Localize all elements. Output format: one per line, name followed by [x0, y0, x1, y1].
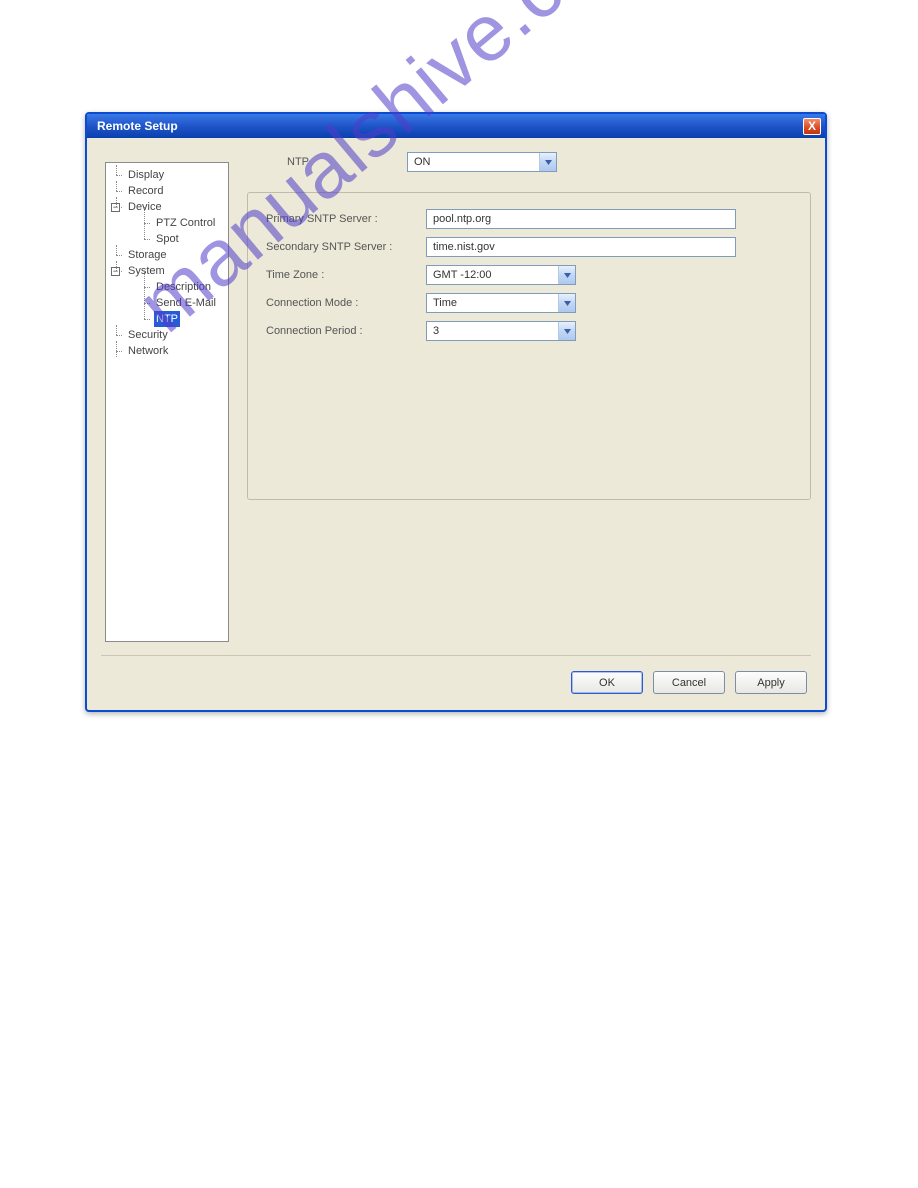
ntp-select[interactable]: ON	[407, 152, 557, 172]
connection-period-value: 3	[433, 325, 558, 337]
tree-item-ptz-control[interactable]: PTZ Control	[154, 215, 217, 231]
tree-item-security[interactable]: Security	[126, 327, 170, 343]
apply-button[interactable]: Apply	[735, 671, 807, 694]
tree-item-record[interactable]: Record	[126, 183, 165, 199]
primary-sntp-input[interactable]	[426, 209, 736, 229]
connection-period-select[interactable]: 3	[426, 321, 576, 341]
tree-item-description[interactable]: Description	[154, 279, 213, 295]
navigation-tree: Display Record − Device PTZ Control Spot…	[105, 162, 229, 642]
timezone-label: Time Zone :	[266, 269, 426, 281]
chevron-down-icon	[558, 322, 575, 340]
ntp-select-value: ON	[414, 156, 539, 168]
tree-item-ntp[interactable]: NTP	[154, 311, 180, 327]
connection-mode-label: Connection Mode :	[266, 297, 426, 309]
secondary-sntp-label: Secondary SNTP Server :	[266, 241, 426, 253]
timezone-value: GMT -12:00	[433, 269, 558, 281]
tree-item-system[interactable]: System	[126, 263, 167, 279]
tree-item-spot[interactable]: Spot	[154, 231, 181, 247]
form-area: NTP ON Primary SNTP Server : Secon	[247, 152, 811, 640]
tree-item-storage[interactable]: Storage	[126, 247, 169, 263]
timezone-select[interactable]: GMT -12:00	[426, 265, 576, 285]
tree-expand-device[interactable]: −	[111, 203, 120, 212]
tree-expand-system[interactable]: −	[111, 267, 120, 276]
tree-item-send-email[interactable]: Send E-Mail	[154, 295, 218, 311]
window-title: Remote Setup	[97, 119, 178, 133]
titlebar: Remote Setup X	[87, 114, 825, 138]
separator	[101, 655, 811, 656]
dialog-body: Display Record − Device PTZ Control Spot…	[87, 138, 825, 710]
connection-mode-value: Time	[433, 297, 558, 309]
timezone-row: Time Zone : GMT -12:00	[266, 265, 794, 285]
connection-mode-row: Connection Mode : Time	[266, 293, 794, 313]
ntp-toggle-row: NTP ON	[287, 152, 811, 172]
connection-mode-select[interactable]: Time	[426, 293, 576, 313]
secondary-sntp-input[interactable]	[426, 237, 736, 257]
chevron-down-icon	[558, 294, 575, 312]
chevron-down-icon	[539, 153, 556, 171]
close-icon: X	[808, 119, 816, 133]
ntp-label: NTP	[287, 156, 407, 168]
primary-sntp-label: Primary SNTP Server :	[266, 213, 426, 225]
button-row: OK Cancel Apply	[571, 671, 807, 694]
remote-setup-dialog: Remote Setup X Display Record − Device P…	[85, 112, 827, 712]
close-button[interactable]: X	[803, 118, 821, 135]
sntp-fieldset: Primary SNTP Server : Secondary SNTP Ser…	[247, 192, 811, 500]
cancel-button[interactable]: Cancel	[653, 671, 725, 694]
secondary-sntp-row: Secondary SNTP Server :	[266, 237, 794, 257]
connection-period-row: Connection Period : 3	[266, 321, 794, 341]
tree-item-network[interactable]: Network	[126, 343, 170, 359]
connection-period-label: Connection Period :	[266, 325, 426, 337]
chevron-down-icon	[558, 266, 575, 284]
tree-item-display[interactable]: Display	[126, 167, 166, 183]
ok-button[interactable]: OK	[571, 671, 643, 694]
primary-sntp-row: Primary SNTP Server :	[266, 209, 794, 229]
